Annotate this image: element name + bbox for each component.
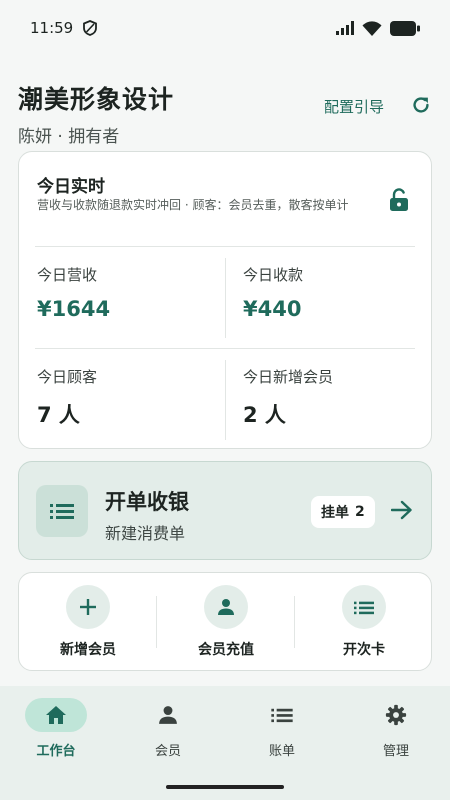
nav-item-bills[interactable]: 账单 xyxy=(226,698,338,760)
nav-item-manage[interactable]: 管理 xyxy=(340,698,450,760)
refresh-icon xyxy=(410,94,432,116)
stat-value: ¥440 xyxy=(243,297,302,321)
list-icon xyxy=(271,707,293,723)
divider xyxy=(35,246,415,247)
nav-label: 账单 xyxy=(268,744,295,759)
stat-label: 今日新增会员 xyxy=(243,368,334,386)
signal-icon xyxy=(336,21,354,35)
add-icon xyxy=(79,598,97,616)
battery-icon xyxy=(390,20,420,36)
page-header: 潮美形象设计 陈妍 · 拥有者 配置引导 xyxy=(18,80,432,147)
stat-customers: 今日顾客 7 人 xyxy=(37,366,97,429)
quick-icon-circle xyxy=(342,585,386,629)
divider xyxy=(35,348,415,349)
list-icon xyxy=(354,600,374,615)
nav-label: 会员 xyxy=(154,744,181,759)
nav-icon-wrap xyxy=(137,698,199,732)
stat-value: 2 人 xyxy=(243,403,286,427)
status-bar: 11:59 xyxy=(0,0,450,56)
list-icon xyxy=(50,502,74,520)
divider xyxy=(225,360,226,440)
shield-icon xyxy=(83,20,98,36)
quick-action-label: 会员充值 xyxy=(198,642,254,658)
quick-action-label: 新增会员 xyxy=(60,642,116,658)
bottom-nav: 工作台 会员 账单 管理 xyxy=(0,686,450,800)
open-package-card-button[interactable]: 开次卡 xyxy=(295,573,433,672)
nav-icon-wrap xyxy=(365,698,427,732)
status-time: 11:59 xyxy=(30,19,74,37)
quick-action-label: 开次卡 xyxy=(343,642,385,658)
lock-open-icon[interactable] xyxy=(389,188,409,212)
nav-label: 工作台 xyxy=(36,744,76,759)
nav-icon-wrap xyxy=(251,698,313,732)
stat-value: 7 人 xyxy=(37,403,80,427)
person-icon xyxy=(158,705,178,725)
quick-icon-circle xyxy=(66,585,110,629)
nav-item-workbench[interactable]: 工作台 xyxy=(0,698,112,760)
today-title: 今日实时 xyxy=(37,177,105,197)
nav-active-indicator xyxy=(25,698,87,732)
add-member-button[interactable]: 新增会员 xyxy=(19,573,157,672)
quick-actions-card: 新增会员 会员充值 开次卡 xyxy=(18,572,432,671)
stat-label: 今日营收 xyxy=(37,266,98,284)
checkout-button[interactable]: 开单收银 新建消费单 挂单 2 xyxy=(18,461,432,560)
gear-icon xyxy=(385,704,407,726)
config-guide-button[interactable]: 配置引导 xyxy=(324,96,384,117)
checkout-icon-box xyxy=(36,485,88,537)
stat-value: ¥1644 xyxy=(37,297,111,321)
refresh-button[interactable] xyxy=(410,94,432,119)
home-icon xyxy=(45,705,67,725)
checkout-subtitle: 新建消费单 xyxy=(105,524,186,543)
stat-revenue: 今日营收 ¥1644 xyxy=(37,264,110,321)
nav-item-members[interactable]: 会员 xyxy=(112,698,224,760)
nav-label: 管理 xyxy=(382,744,409,759)
stat-label: 今日收款 xyxy=(243,266,304,284)
person-icon xyxy=(217,598,235,616)
held-orders-count: 2 xyxy=(355,504,365,520)
divider xyxy=(225,258,226,338)
held-orders-badge[interactable]: 挂单 2 xyxy=(311,496,375,528)
held-orders-label: 挂单 xyxy=(321,505,349,521)
today-stats-card: 今日实时 营收与收款随退款实时冲回 · 顾客：会员去重，散客按单计 今日营收 ¥… xyxy=(18,151,432,449)
member-recharge-button[interactable]: 会员充值 xyxy=(157,573,295,672)
today-description: 营收与收款随退款实时冲回 · 顾客：会员去重，散客按单计 xyxy=(37,198,349,212)
stat-collected: 今日收款 ¥440 xyxy=(243,264,303,321)
wifi-icon xyxy=(362,20,382,36)
home-indicator[interactable] xyxy=(166,785,284,789)
quick-icon-circle xyxy=(204,585,248,629)
stat-new-members: 今日新增会员 2 人 xyxy=(243,366,333,429)
stat-label: 今日顾客 xyxy=(37,368,98,386)
user-role: 陈妍 · 拥有者 xyxy=(18,127,120,147)
checkout-title: 开单收银 xyxy=(105,490,189,514)
arrow-right-icon xyxy=(391,500,413,520)
